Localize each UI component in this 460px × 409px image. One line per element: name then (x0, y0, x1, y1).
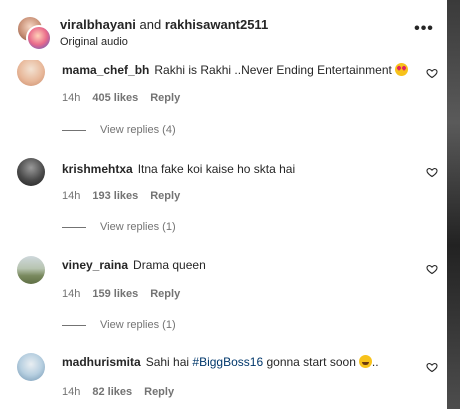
replies-divider (62, 129, 86, 131)
avatar[interactable] (17, 58, 45, 86)
comment-likes[interactable]: 82 likes (92, 386, 132, 398)
comment-likes[interactable]: 159 likes (92, 288, 138, 300)
like-heart-icon[interactable] (426, 166, 438, 178)
comment-text-before: Sahi hai (145, 355, 190, 369)
comment-text-line: mama_chef_bh Rakhi is Rakhi ..Never Endin… (62, 63, 408, 77)
laughing-emoji-icon (358, 355, 372, 368)
like-heart-icon[interactable] (426, 361, 438, 373)
reply-button[interactable]: Reply (150, 92, 180, 104)
avatar[interactable] (17, 353, 45, 381)
reply-button[interactable]: Reply (150, 288, 180, 300)
avatar[interactable] (17, 256, 45, 284)
comment-time: 14h (62, 386, 81, 398)
hashtag-link[interactable]: #BiggBoss16 (192, 355, 263, 369)
comments-panel: mama_chef_bh Rakhi is Rakhi ..Never Endin… (0, 0, 447, 409)
comment-username[interactable]: viney_raina (62, 258, 128, 272)
avatar[interactable] (17, 158, 45, 186)
comment-meta: 14h 159 likes Reply (62, 288, 192, 300)
post-header: viralbhayani and rakhisawant2511 Origina… (0, 0, 447, 60)
comment-username[interactable]: madhurismita (62, 355, 141, 369)
reply-button[interactable]: Reply (144, 386, 174, 398)
comment-meta: 14h 193 likes Reply (62, 190, 192, 202)
replies-divider (62, 324, 86, 326)
like-heart-icon[interactable] (426, 67, 438, 79)
comment-text: Itna fake koi kaise ho skta hai (137, 162, 296, 176)
comment-meta: 14h 405 likes Reply (62, 92, 192, 104)
avatar (26, 25, 52, 51)
view-replies-label: View replies (1) (100, 221, 176, 233)
more-options-icon[interactable]: ••• (413, 20, 435, 40)
comment-username[interactable]: mama_chef_bh (62, 63, 149, 77)
header-avatar-group[interactable] (16, 15, 52, 51)
comment-text: Rakhi is Rakhi ..Never Ending Entertainm… (154, 63, 392, 77)
like-heart-icon[interactable] (426, 263, 438, 275)
comment-text-after: gonna start soon (266, 355, 356, 369)
view-replies-button[interactable]: View replies (1) (62, 221, 176, 233)
comment-time: 14h (62, 288, 81, 300)
comment-text: Drama queen (133, 258, 206, 272)
comment-time: 14h (62, 92, 81, 104)
comment-text-line: viney_raina Drama queen (62, 258, 206, 272)
comment-likes[interactable]: 193 likes (92, 190, 138, 202)
header-user1[interactable]: viralbhayani (60, 17, 136, 32)
view-replies-label: View replies (1) (100, 319, 176, 331)
original-audio-link[interactable]: Original audio (60, 36, 128, 48)
comment-meta: 14h 82 likes Reply (62, 386, 186, 398)
comment-time: 14h (62, 190, 81, 202)
comment-ellipsis: .. (371, 355, 379, 369)
comment-text-line: krishmehtxa Itna fake koi kaise ho skta h… (62, 162, 295, 176)
view-replies-button[interactable]: View replies (4) (62, 124, 176, 136)
comment-likes[interactable]: 405 likes (92, 92, 138, 104)
header-conjunction: and (139, 17, 162, 32)
replies-divider (62, 226, 86, 228)
view-replies-button[interactable]: View replies (1) (62, 319, 176, 331)
comment-text-line: madhurismita Sahi hai #BiggBoss16 gonna s… (62, 355, 379, 369)
reply-button[interactable]: Reply (150, 190, 180, 202)
header-title: viralbhayani and rakhisawant2511 (60, 17, 268, 32)
heart-eyes-emoji-icon (394, 63, 408, 76)
header-user2[interactable]: rakhisawant2511 (165, 17, 268, 32)
view-replies-label: View replies (4) (100, 124, 176, 136)
comment-username[interactable]: krishmehtxa (62, 162, 133, 176)
background-video-strip (447, 0, 460, 409)
